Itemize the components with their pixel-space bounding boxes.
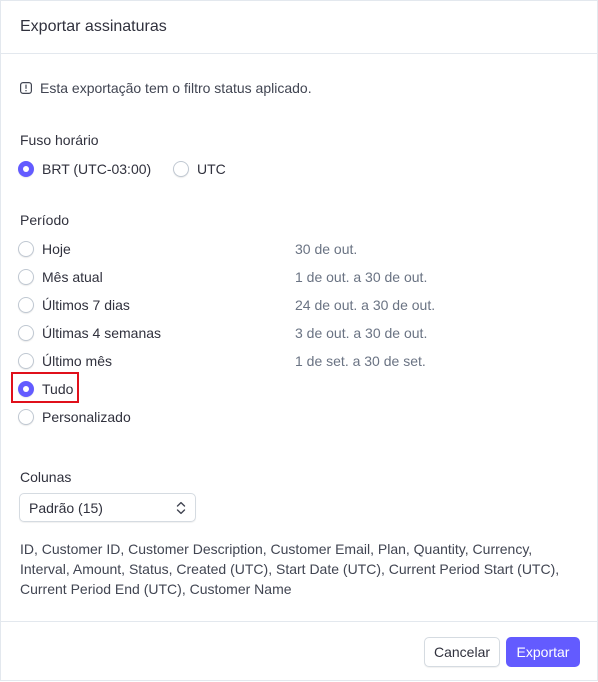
period-option-custom[interactable]: Personalizado xyxy=(18,406,131,428)
period-label: Período xyxy=(20,212,70,228)
columns-list: ID, Customer ID, Customer Description, C… xyxy=(20,541,560,597)
radio-button[interactable] xyxy=(18,269,34,285)
period-range-last-4-weeks: 3 de out. a 30 de out. xyxy=(295,325,428,341)
period-option-current-month[interactable]: Mês atual xyxy=(18,266,103,288)
columns-label: Colunas xyxy=(20,469,72,485)
period-range-last-month: 1 de set. a 30 de set. xyxy=(295,353,426,369)
selection-highlight-box xyxy=(11,372,79,403)
period-option-label: Personalizado xyxy=(42,409,131,425)
radio-button[interactable] xyxy=(173,161,189,177)
timezone-option-label: UTC xyxy=(197,161,226,177)
period-range-current-month: 1 de out. a 30 de out. xyxy=(295,269,428,285)
export-subscriptions-dialog: Exportar assinaturas Esta exportação tem… xyxy=(0,0,598,681)
cancel-button[interactable]: Cancelar xyxy=(424,637,500,667)
radio-button[interactable] xyxy=(18,161,34,177)
timezone-option-label: BRT (UTC-03:00) xyxy=(42,161,152,177)
info-icon xyxy=(20,82,32,94)
period-option-last-7-days[interactable]: Últimos 7 dias xyxy=(18,294,130,316)
timezone-option-brt[interactable]: BRT (UTC-03:00) xyxy=(18,158,151,180)
radio-button[interactable] xyxy=(18,353,34,369)
period-option-label: Últimas 4 semanas xyxy=(42,325,162,341)
filter-notice: Esta exportação tem o filtro status apli… xyxy=(20,80,312,96)
radio-button[interactable] xyxy=(18,409,34,425)
radio-button[interactable] xyxy=(18,241,34,257)
period-option-label: Mês atual xyxy=(42,269,103,285)
period-option-last-4-weeks[interactable]: Últimas 4 semanas xyxy=(18,322,161,344)
radio-button[interactable] xyxy=(18,325,34,341)
filter-notice-text: Esta exportação tem o filtro status apli… xyxy=(40,80,312,96)
timezone-option-utc[interactable]: UTC xyxy=(173,158,226,180)
chevron-up-down-icon xyxy=(176,501,186,515)
period-option-today[interactable]: Hoje xyxy=(18,238,71,260)
dialog-title: Exportar assinaturas xyxy=(20,18,167,35)
period-range-today: 30 de out. xyxy=(295,241,358,257)
period-option-label: Últimos 7 dias xyxy=(42,297,130,313)
columns-select[interactable]: Padrão (15) xyxy=(19,493,196,522)
period-option-label: Hoje xyxy=(42,241,71,257)
timezone-label: Fuso horário xyxy=(20,132,99,148)
period-range-last-7-days: 24 de out. a 30 de out. xyxy=(295,297,436,313)
radio-button[interactable] xyxy=(18,297,34,313)
export-button[interactable]: Exportar xyxy=(506,637,580,667)
columns-select-value: Padrão (15) xyxy=(29,499,103,516)
dialog-header: Exportar assinaturas xyxy=(1,1,597,54)
period-option-last-month[interactable]: Último mês xyxy=(18,350,112,372)
period-option-label: Último mês xyxy=(42,353,113,369)
